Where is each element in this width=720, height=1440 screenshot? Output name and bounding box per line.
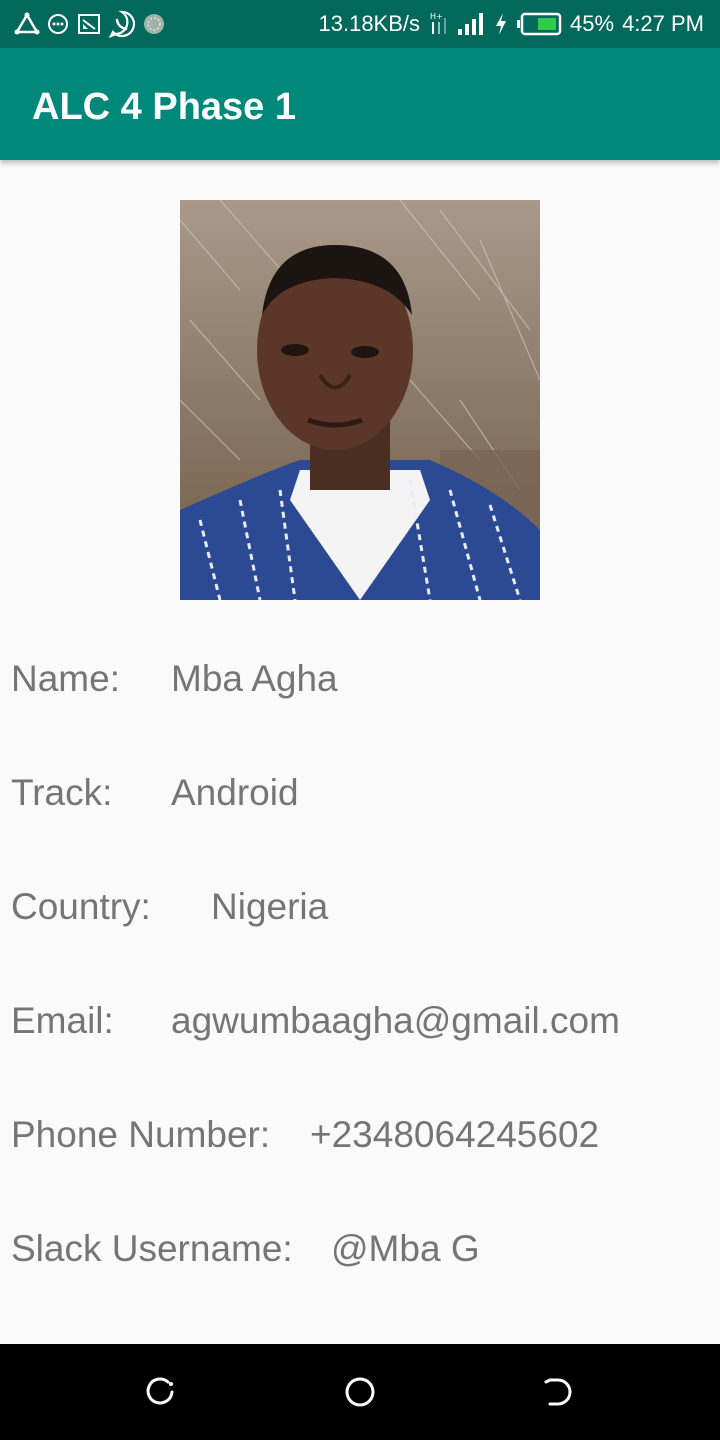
track-value: Android xyxy=(171,772,299,813)
signal-icon xyxy=(458,13,484,35)
home-icon[interactable] xyxy=(342,1374,378,1410)
name-row: Name: Mba Agha xyxy=(11,658,711,708)
phone-label: Phone Number: xyxy=(11,1114,271,1155)
profile-photo xyxy=(180,200,540,600)
whatsapp-icon xyxy=(108,10,136,38)
chat-bubble-icon xyxy=(48,14,68,34)
recent-apps-icon[interactable] xyxy=(142,1374,178,1410)
globe-icon xyxy=(144,14,164,34)
system-indicators: 13.18KB/s H+ 45% 4:27 PM xyxy=(319,9,705,39)
name-label: Name: xyxy=(11,658,120,699)
country-value: Nigeria xyxy=(211,886,329,927)
app-bar: ALC 4 Phase 1 xyxy=(0,48,720,160)
email-label: Email: xyxy=(11,1000,114,1041)
country-label: Country: xyxy=(11,886,151,927)
svg-text:H+: H+ xyxy=(430,12,443,21)
app-title: ALC 4 Phase 1 xyxy=(32,86,296,128)
data-arrows-icon: H+ xyxy=(430,12,447,34)
phone-value: +2348064245602 xyxy=(310,1114,600,1155)
network-speed: 13.18KB/s xyxy=(318,11,421,36)
cast-icon xyxy=(78,14,100,34)
battery-percent: 45% xyxy=(570,11,615,36)
back-icon[interactable] xyxy=(540,1374,576,1410)
slack-label: Slack Username: xyxy=(11,1228,293,1269)
navigation-bar xyxy=(0,1344,720,1440)
phone-row: Phone Number: +2348064245602 xyxy=(11,1114,711,1164)
app-triangle-icon xyxy=(14,12,40,35)
track-label: Track: xyxy=(11,772,113,813)
charging-icon xyxy=(496,13,507,35)
name-value: Mba Agha xyxy=(171,658,338,699)
clock: 4:27 PM xyxy=(622,11,704,36)
track-row: Track: Android xyxy=(11,772,711,822)
email-value: agwumbaagha@gmail.com xyxy=(171,1000,620,1041)
battery-icon xyxy=(517,12,562,36)
slack-value: @Mba G xyxy=(331,1228,480,1269)
country-row: Country: Nigeria xyxy=(11,886,711,936)
email-row: Email: agwumbaagha@gmail.com xyxy=(11,1000,711,1050)
slack-row: Slack Username: @Mba G xyxy=(11,1228,711,1278)
status-bar: 13.18KB/s H+ 45% 4:27 PM xyxy=(0,0,720,48)
notification-icons xyxy=(14,9,166,39)
